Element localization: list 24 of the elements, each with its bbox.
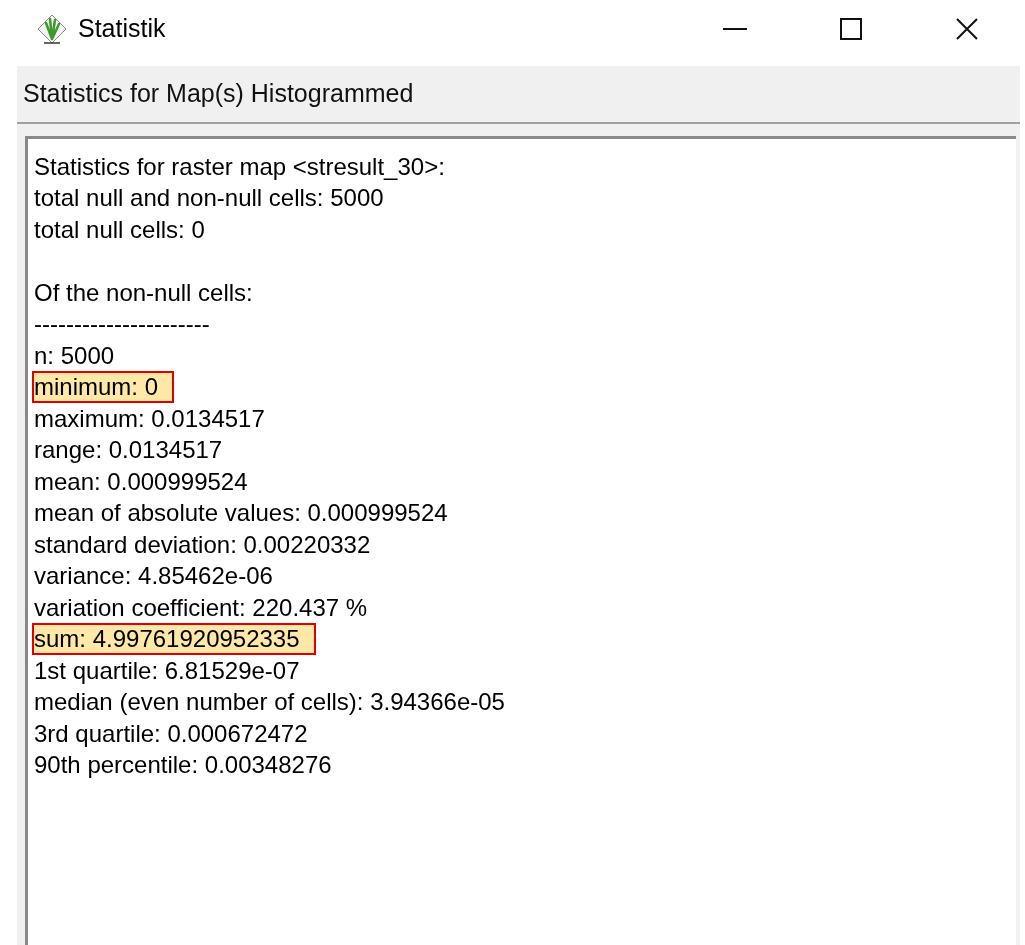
statistics-line: n: 5000 (34, 341, 115, 370)
statistics-line: mean: 0.000999524 (34, 467, 248, 496)
statistics-line: standard deviation: 0.00220332 (34, 530, 371, 559)
statistics-line: median (even number of cells): 3.94366e-05 (34, 688, 505, 717)
statistics-line: 1st quartile: 6.81529e-07 (34, 656, 300, 685)
statistics-line: ---------------------- (34, 310, 210, 339)
section-header: Statistics for Map(s) Histogrammed (23, 78, 414, 110)
minimize-icon (723, 28, 747, 30)
statistics-line: total null cells: 0 (34, 215, 205, 244)
statistics-line: variation coefficient: 220.437 % (34, 593, 368, 622)
statistics-line: maximum: 0.0134517 (34, 404, 265, 433)
statistics-line: total null and non-null cells: 5000 (34, 184, 384, 213)
statistics-line: mean of absolute values: 0.000999524 (34, 499, 448, 528)
statistics-text-area[interactable] (25, 136, 1016, 945)
maximize-icon (840, 18, 862, 40)
statistics-line: Statistics for raster map <stresult_30>: (34, 152, 445, 181)
statistics-line: 90th percentile: 0.00348276 (34, 751, 332, 780)
app-icon (36, 13, 68, 45)
close-icon (955, 17, 979, 41)
statistics-line: 3rd quartile: 0.000672472 (34, 719, 308, 748)
window-title: Statistik (78, 13, 166, 45)
statistics-line: Of the non-null cells: (34, 278, 253, 307)
statistics-line: range: 0.0134517 (34, 436, 223, 465)
statistics-line: variance: 4.85462e-06 (34, 562, 273, 591)
